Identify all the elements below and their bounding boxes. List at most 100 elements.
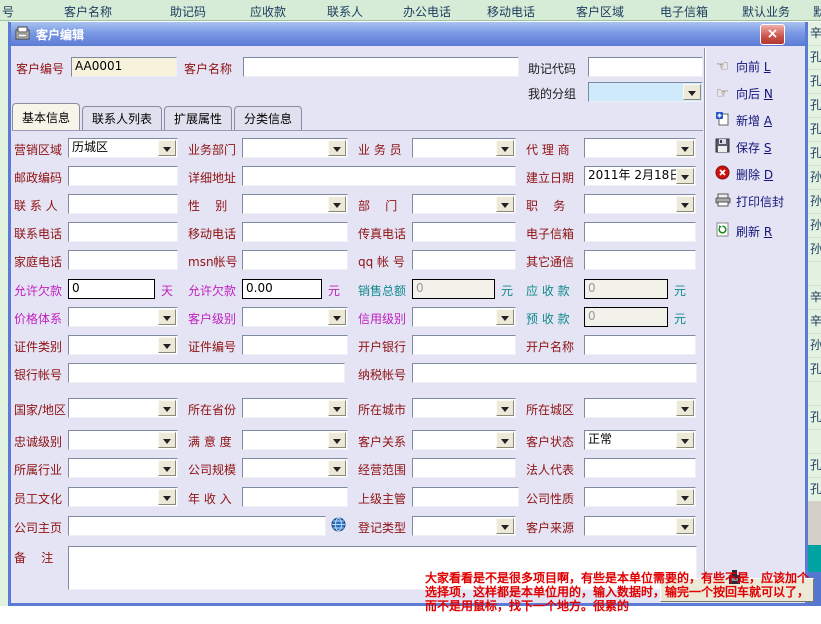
- dropdown-arrow-icon[interactable]: [676, 518, 694, 534]
- yewuyuan-field[interactable]: [412, 138, 516, 158]
- dropdown-arrow-icon[interactable]: [158, 432, 176, 448]
- save-button[interactable]: 保存 S: [714, 137, 771, 157]
- tab-category-info[interactable]: 分类信息: [234, 106, 302, 130]
- yingxiao_quyu-field[interactable]: 历城区: [68, 138, 178, 158]
- delete-button[interactable]: 删除 D: [714, 164, 773, 184]
- dailishang-field[interactable]: [584, 138, 696, 158]
- yushou_kuan-label: 预 收 款: [526, 310, 570, 325]
- dropdown-arrow-icon[interactable]: [676, 140, 694, 156]
- dropdown-arrow-icon[interactable]: [496, 309, 514, 325]
- yunxu_qiankuan_yuan-field[interactable]: 0.00: [242, 279, 322, 299]
- suozai_chengshi-field[interactable]: [412, 398, 516, 418]
- print-envelope-button[interactable]: 打印信封: [714, 191, 784, 211]
- zhiwu-field[interactable]: [584, 194, 696, 214]
- jiating_dianhua-field[interactable]: [68, 250, 178, 270]
- tab-basic-info[interactable]: 基本信息: [12, 103, 80, 130]
- dropdown-arrow-icon[interactable]: [676, 400, 694, 416]
- globe-icon[interactable]: [331, 517, 346, 535]
- gongsi_guimo-field[interactable]: [242, 458, 348, 478]
- jianli_riqi-field[interactable]: 2011年 2月18日: [584, 166, 696, 186]
- chuanzhen_dianhua-field[interactable]: [412, 222, 516, 242]
- qita_tongxin-field[interactable]: [584, 250, 696, 270]
- dropdown-arrow-icon[interactable]: [328, 196, 346, 212]
- dropdown-arrow-icon[interactable]: [496, 196, 514, 212]
- refresh-button[interactable]: 刷新 R: [714, 221, 772, 241]
- bg-row: [808, 430, 821, 454]
- dropdown-arrow-icon[interactable]: [496, 400, 514, 416]
- suozai_chengqu-field[interactable]: [584, 398, 696, 418]
- kehu_mingcheng-field[interactable]: [243, 57, 519, 77]
- dengji_leixing-field[interactable]: [412, 516, 516, 536]
- close-button[interactable]: ×: [760, 24, 785, 45]
- kaihu_yinhang-field[interactable]: [412, 335, 516, 355]
- dropdown-arrow-icon[interactable]: [328, 460, 346, 476]
- msn_zhanghao-field[interactable]: [242, 250, 348, 270]
- nian_shouru-field[interactable]: [242, 487, 348, 507]
- dropdown-arrow-icon[interactable]: [158, 140, 176, 156]
- dianzi_xinxiang-field[interactable]: [584, 222, 696, 242]
- dropdown-arrow-icon[interactable]: [158, 309, 176, 325]
- lianxiren-field[interactable]: [68, 194, 178, 214]
- xingbie-field[interactable]: [242, 194, 348, 214]
- dropdown-arrow-icon[interactable]: [676, 432, 694, 448]
- shangji_zhuguan-field[interactable]: [412, 487, 519, 507]
- manyidu-field[interactable]: [242, 430, 348, 450]
- yunxu_qiankuan_tian-field[interactable]: 0: [68, 279, 155, 299]
- kehu_jibie-field[interactable]: [242, 307, 348, 327]
- yidong_dianhua-field[interactable]: [242, 222, 348, 242]
- gongsi_xingzhi-field[interactable]: [584, 487, 696, 507]
- kehu_zhuangtai-field[interactable]: 正常: [584, 430, 696, 450]
- backward-button[interactable]: ☞向后 N: [714, 83, 773, 103]
- kehu_bianhao-field[interactable]: AA0001: [71, 57, 177, 77]
- tab-contact-list[interactable]: 联系人列表: [82, 106, 162, 130]
- xiangxi_dizhi-field[interactable]: [242, 166, 516, 186]
- dropdown-arrow-icon[interactable]: [496, 432, 514, 448]
- wode_fenzu-field[interactable]: [588, 82, 703, 102]
- dropdown-arrow-icon[interactable]: [328, 309, 346, 325]
- add-new-button[interactable]: 新增 A: [714, 110, 772, 130]
- dropdown-arrow-icon[interactable]: [158, 400, 176, 416]
- yinhang_zhanghao-field[interactable]: [68, 363, 345, 383]
- dropdown-arrow-icon[interactable]: [158, 460, 176, 476]
- jingying_fanwei-field[interactable]: [412, 458, 516, 478]
- dialog-titlebar[interactable]: 客户编辑 ×: [11, 22, 805, 46]
- suozai_shengfen-field[interactable]: [242, 398, 348, 418]
- xinyong_jibie-field[interactable]: [412, 307, 516, 327]
- zhengjian_bianhao-field[interactable]: [242, 335, 348, 355]
- suoshu_hangye-field[interactable]: [68, 458, 178, 478]
- yewu_bumen-field[interactable]: [242, 138, 348, 158]
- yingxiao_quyu-label: 营销区域: [14, 141, 62, 156]
- nashui_zhanghao-field[interactable]: [412, 363, 697, 383]
- lianxi_dianhua-field[interactable]: [68, 222, 178, 242]
- bumen-field[interactable]: [412, 194, 516, 214]
- dropdown-arrow-icon[interactable]: [328, 140, 346, 156]
- kehu_laiyuan-field[interactable]: [584, 516, 696, 536]
- zhongcheng_jibie-field[interactable]: [68, 430, 178, 450]
- jianli_riqi-value: 2011年 2月18日: [588, 168, 681, 182]
- dropdown-arrow-icon[interactable]: [496, 140, 514, 156]
- guojia_diqu-field[interactable]: [68, 398, 178, 418]
- kaihu_mingcheng-field[interactable]: [584, 335, 696, 355]
- dropdown-arrow-icon[interactable]: [158, 489, 176, 505]
- bg-header-col-1: 客户名称: [64, 3, 112, 20]
- dropdown-arrow-icon[interactable]: [158, 337, 176, 353]
- dropdown-arrow-icon[interactable]: [683, 84, 701, 100]
- dropdown-arrow-icon[interactable]: [676, 489, 694, 505]
- dropdown-arrow-icon[interactable]: [676, 168, 694, 184]
- zhuji_daima-field[interactable]: [588, 57, 703, 77]
- qq_zhanghao-field[interactable]: [412, 250, 516, 270]
- zhengjian_leibie-field[interactable]: [68, 335, 178, 355]
- tab-extended-attrs[interactable]: 扩展属性: [164, 106, 232, 130]
- forward-button[interactable]: ☜向前 L: [714, 56, 771, 76]
- yuangong_wenhua-field[interactable]: [68, 487, 178, 507]
- dropdown-arrow-icon[interactable]: [676, 196, 694, 212]
- dropdown-arrow-icon[interactable]: [328, 400, 346, 416]
- gongsi_zhuye-field[interactable]: [68, 516, 326, 536]
- jiage_tixi-field[interactable]: [68, 307, 178, 327]
- youzheng_bianma-field[interactable]: [68, 166, 178, 186]
- kehu_guanxi-field[interactable]: [412, 430, 516, 450]
- faren_daibiao-field[interactable]: [584, 458, 696, 478]
- dropdown-arrow-icon[interactable]: [328, 432, 346, 448]
- dropdown-arrow-icon[interactable]: [496, 518, 514, 534]
- new-doc-icon: [714, 111, 731, 129]
